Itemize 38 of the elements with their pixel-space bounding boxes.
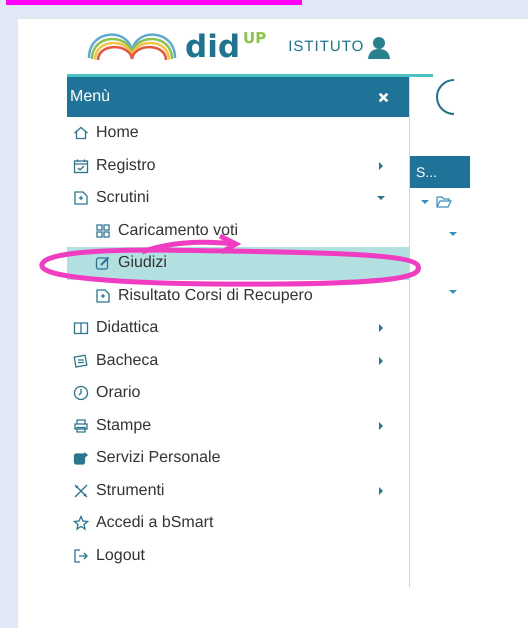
panel-header: S... — [410, 156, 470, 188]
menu-item[interactable]: Bacheca — [67, 344, 409, 377]
logout-icon — [73, 548, 89, 564]
home-icon — [73, 125, 89, 142]
doc-icon — [95, 288, 111, 304]
menu-item[interactable]: Stampe — [67, 410, 409, 442]
star-icon — [73, 515, 89, 532]
menu-item[interactable]: Accedi a bSmart — [67, 507, 409, 540]
board-icon — [73, 352, 89, 369]
caret-icon[interactable] — [448, 287, 458, 297]
menu-item[interactable]: Home — [67, 117, 409, 150]
edit-icon — [95, 255, 111, 272]
caret-icon[interactable] — [448, 229, 458, 239]
menu-title: Menù — [70, 88, 110, 106]
tools-icon — [73, 482, 89, 499]
app-logo: did$^{UP}$ — [185, 30, 266, 62]
book-icon — [73, 320, 89, 336]
submenu-item[interactable]: Risultato Corsi di Recupero — [67, 280, 409, 312]
menu-item[interactable]: Logout — [67, 540, 409, 572]
share-icon — [73, 450, 89, 466]
menu-item[interactable]: Registro — [67, 150, 409, 182]
doc-icon — [73, 190, 89, 206]
calendar-icon — [73, 158, 89, 174]
grid-icon — [95, 222, 111, 239]
menu-item[interactable]: Orario — [67, 377, 409, 410]
menu-item[interactable]: Strumenti — [67, 474, 409, 507]
user-icon[interactable] — [367, 34, 392, 58]
rainbow-logo-icon — [87, 32, 177, 60]
submenu-item[interactable]: Caricamento voti — [67, 214, 409, 247]
caret-icon[interactable] — [420, 197, 430, 207]
folder-icon[interactable] — [436, 195, 452, 209]
menu-item[interactable]: Servizi Personale — [67, 442, 409, 474]
menu-item[interactable]: Scrutini — [67, 182, 409, 214]
menu-item[interactable]: Didattica — [67, 312, 409, 344]
printer-icon — [73, 418, 89, 434]
clock-icon — [73, 385, 89, 402]
close-icon[interactable] — [378, 92, 389, 102]
school-label: ISTITUTO — [288, 38, 364, 55]
